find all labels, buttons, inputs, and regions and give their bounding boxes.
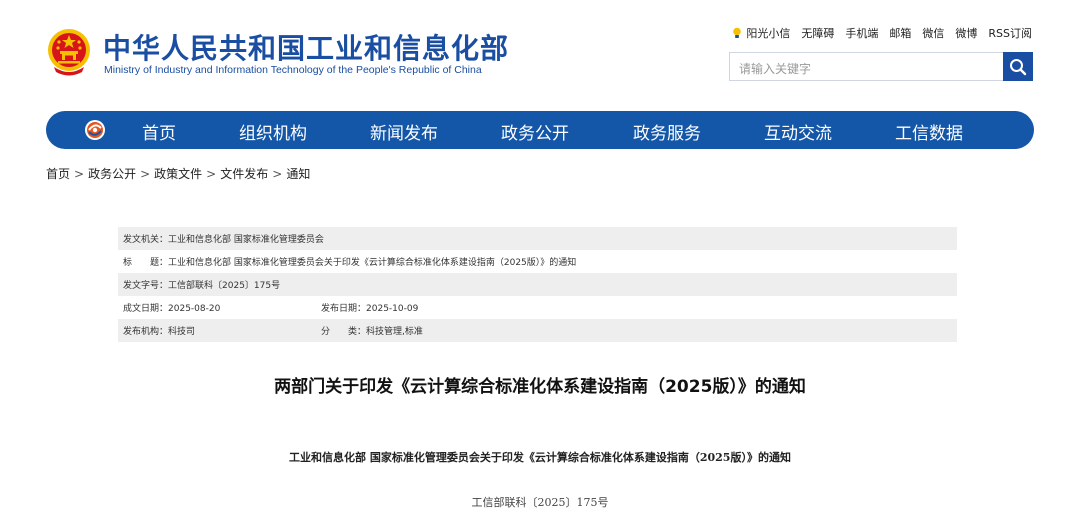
search-placeholder: 请输入关键字 <box>739 62 812 76</box>
org-value: 科技司 <box>168 327 196 337</box>
written-date-cell: 成文日期：2025-08-20 <box>123 301 321 314</box>
sunshine-link[interactable]: 阳光小信 <box>732 25 790 41</box>
category-cell: 分 类：科技管理,标准 <box>321 324 423 337</box>
breadcrumb-notice[interactable]: 通知 <box>286 167 310 181</box>
weibo-link[interactable]: 微博 <box>955 25 977 41</box>
nav-home[interactable]: 首页 <box>142 119 176 144</box>
nav-services[interactable]: 政务服务 <box>633 119 701 144</box>
article-subtitle: 工业和信息化部 国家标准化管理委员会关于印发《云计算综合标准化体系建设指南（20… <box>289 451 791 464</box>
top-links: 阳光小信 无障碍 手机端 邮箱 微信 微博 RSS订阅 <box>732 25 1032 41</box>
breadcrumb-file-release[interactable]: 文件发布 <box>220 167 268 181</box>
site-subtitle: Ministry of Industry and Information Tec… <box>104 64 482 76</box>
mobile-link[interactable]: 手机端 <box>845 25 878 41</box>
published-date-value: 2025-10-09 <box>366 304 419 314</box>
breadcrumb-home[interactable]: 首页 <box>46 167 70 181</box>
main-nav: 首页 组织机构 新闻发布 政务公开 政务服务 互动交流 工信数据 <box>46 111 1034 149</box>
org-cell: 发布机构：科技司 <box>123 324 321 337</box>
written-date-value: 2025-08-20 <box>168 304 221 314</box>
site-title: 中华人民共和国工业和信息化部 <box>103 32 510 65</box>
sunshine-link-label: 阳光小信 <box>746 27 791 40</box>
meta-row-title: 标 题： 工业和信息化部 国家标准化管理委员会关于印发《云计算综合标准化体系建设… <box>118 250 957 273</box>
article-doc-number: 工信部联科〔2025〕175号 <box>471 496 609 509</box>
published-date-cell: 发布日期：2025-10-09 <box>321 301 418 314</box>
breadcrumb-separator: > <box>206 167 217 181</box>
search-button[interactable] <box>1003 52 1033 81</box>
nav-data[interactable]: 工信数据 <box>895 119 963 144</box>
issuer-value: 工业和信息化部 国家标准化管理委员会 <box>168 235 324 245</box>
accessibility-link[interactable]: 无障碍 <box>801 25 834 41</box>
breadcrumb: 首页 > 政务公开 > 政策文件 > 文件发布 > 通知 <box>46 165 310 182</box>
category-label: 分 类： <box>321 327 367 337</box>
written-date-label: 成文日期： <box>123 304 169 314</box>
doc-no-value: 工信部联科〔2025〕175号 <box>168 281 281 291</box>
meta-row-doc-no: 发文字号： 工信部联科〔2025〕175号 <box>118 273 957 296</box>
meta-row-issuer: 发文机关： 工业和信息化部 国家标准化管理委员会 <box>118 227 957 250</box>
search-icon <box>1010 58 1027 75</box>
breadcrumb-separator: > <box>74 167 85 181</box>
ministry-logo-icon[interactable] <box>83 118 107 142</box>
title-value: 工业和信息化部 国家标准化管理委员会关于印发《云计算综合标准化体系建设指南（20… <box>168 258 577 268</box>
breadcrumb-policy-files[interactable]: 政策文件 <box>154 167 202 181</box>
lightbulb-icon <box>733 27 742 38</box>
meta-row-dates: 成文日期：2025-08-20 发布日期：2025-10-09 <box>118 296 957 319</box>
article-title: 两部门关于印发《云计算综合标准化体系建设指南（2025版）》的通知 <box>274 377 806 397</box>
doc-no-label: 发文字号： <box>123 281 169 291</box>
published-date-label: 发布日期： <box>321 304 367 314</box>
national-emblem-logo[interactable] <box>46 27 92 77</box>
breadcrumb-separator: > <box>140 167 151 181</box>
category-value: 科技管理,标准 <box>366 327 423 337</box>
nav-government-affairs[interactable]: 政务公开 <box>501 119 569 144</box>
nav-organization[interactable]: 组织机构 <box>239 119 307 144</box>
org-label: 发布机构： <box>123 327 169 337</box>
nav-interaction[interactable]: 互动交流 <box>764 119 832 144</box>
document-meta-table: 发文机关： 工业和信息化部 国家标准化管理委员会 标 题： 工业和信息化部 国家… <box>118 227 957 342</box>
nav-news[interactable]: 新闻发布 <box>370 119 438 144</box>
search-input[interactable]: 请输入关键字 <box>729 52 1004 81</box>
breadcrumb-government-affairs[interactable]: 政务公开 <box>88 167 136 181</box>
rss-link[interactable]: RSS订阅 <box>988 25 1032 41</box>
issuer-label: 发文机关： <box>123 235 169 245</box>
mail-link[interactable]: 邮箱 <box>889 25 911 41</box>
breadcrumb-separator: > <box>272 167 283 181</box>
meta-row-org: 发布机构：科技司 分 类：科技管理,标准 <box>118 319 957 342</box>
title-label: 标 题： <box>123 258 169 268</box>
wechat-link[interactable]: 微信 <box>922 25 944 41</box>
